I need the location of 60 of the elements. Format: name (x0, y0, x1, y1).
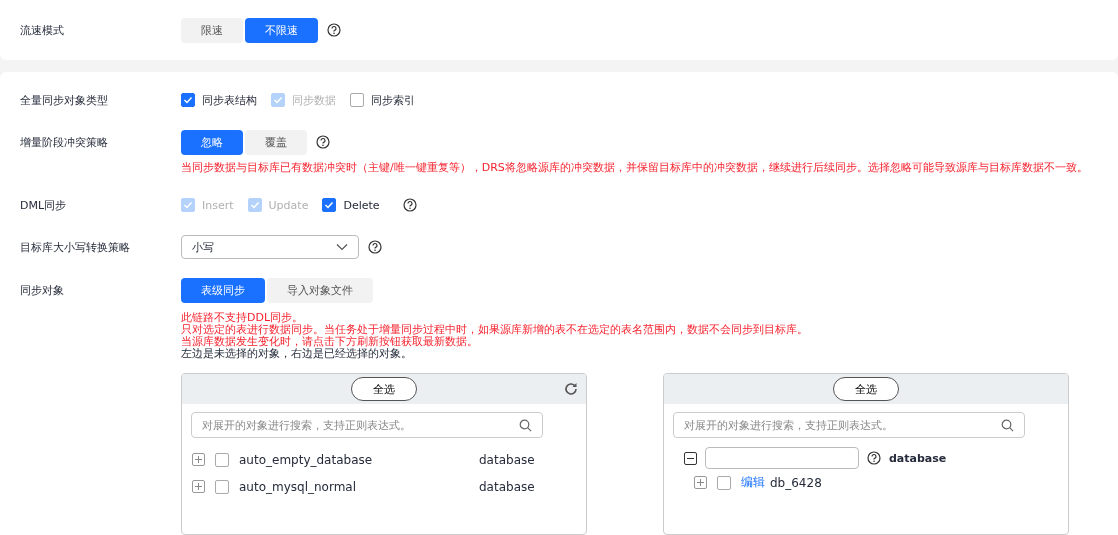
field-label: 增量阶段冲突策略 (20, 134, 109, 150)
segment-tab[interactable]: 表级同步 (181, 277, 265, 303)
check-icon (324, 200, 335, 210)
field-label: 同步对象 (20, 282, 65, 298)
checkbox[interactable] (215, 452, 229, 467)
select-all-button[interactable]: 全选 (351, 377, 417, 401)
help-icon[interactable] (402, 198, 417, 212)
search-field[interactable]: 对展开的对象进行搜索，支持正则表达式。 (673, 412, 1025, 438)
checkbox-label: Update (268, 198, 309, 212)
hint-text: 左边是未选择的对象，右边是已经选择的对象。 (181, 348, 412, 360)
search-icon[interactable] (519, 418, 532, 432)
warning-text: 此链路不支持DDL同步。 (181, 312, 305, 324)
check-icon (183, 95, 193, 105)
checkbox[interactable] (717, 475, 731, 490)
checkbox[interactable] (350, 93, 364, 107)
object-type: database (889, 451, 947, 465)
segment-tab[interactable]: 导入对象文件 (267, 277, 373, 303)
object-type: database (479, 479, 535, 494)
field-label: 流速模式 (20, 22, 65, 38)
field-label: 全量同步对象类型 (20, 92, 109, 108)
checkbox-label: Insert (202, 198, 234, 212)
field-label: 目标库大小写转换策略 (20, 239, 131, 255)
warning-text: 当源库数据发生变化时，请点击下方刷新按钮获取最新数据。 (181, 336, 478, 348)
checkbox-label: 同步表结构 (202, 92, 257, 108)
help-icon[interactable] (327, 23, 341, 37)
checkbox[interactable] (215, 479, 229, 494)
object-name: auto_mysql_normal (239, 479, 358, 494)
check-icon (249, 200, 260, 210)
chevron-down-icon[interactable] (336, 243, 348, 251)
segment-tab[interactable]: 覆盖 (245, 129, 307, 155)
name-input[interactable] (705, 447, 859, 469)
checkbox[interactable] (181, 93, 195, 107)
warning-text: 当同步数据与目标库已有数据冲突时（主键/唯一键重复等），DRS将忽略源库的冲突数据，并保留目标库中的冲突数据，继续进行后续同步。选择忽略可能导致源库与目标库数据不一致。 (181, 160, 1089, 175)
object-name: db_6428 (770, 475, 822, 490)
checkbox-label: Delete (343, 198, 380, 212)
case-dropdown[interactable]: 小写 (181, 235, 359, 259)
check-icon (183, 200, 193, 210)
help-icon[interactable] (368, 240, 382, 254)
check-icon (273, 95, 283, 105)
object-name: auto_empty_database (239, 452, 374, 467)
search-icon[interactable] (1001, 418, 1014, 432)
refresh-icon[interactable] (564, 382, 578, 396)
warning-text: 只对选定的表进行数据同步。当任务处于增量同步过程中时，如果源库新增的表不在选定的表名范围内，数据不会同步到目标库。 (181, 324, 809, 336)
edit-link[interactable]: 编辑 (741, 474, 765, 491)
help-icon[interactable] (867, 451, 881, 465)
segment-tab[interactable]: 限速 (181, 17, 243, 43)
expand-icon[interactable] (192, 480, 205, 493)
checkbox[interactable] (322, 198, 337, 212)
segment-tab[interactable]: 不限速 (245, 17, 318, 43)
field-label: DML同步 (20, 197, 68, 213)
checkbox-label: 同步索引 (371, 92, 415, 108)
object-type: database (479, 452, 535, 467)
help-icon[interactable] (316, 135, 330, 149)
segment-tab[interactable]: 忽略 (181, 129, 243, 155)
select-all-button[interactable]: 全选 (833, 377, 899, 401)
checkbox-label: 同步数据 (292, 92, 336, 108)
expand-icon[interactable] (694, 476, 707, 489)
collapse-icon[interactable] (684, 451, 697, 465)
expand-icon[interactable] (192, 453, 205, 466)
search-field[interactable]: 对展开的对象进行搜索，支持正则表达式。 (191, 412, 543, 438)
